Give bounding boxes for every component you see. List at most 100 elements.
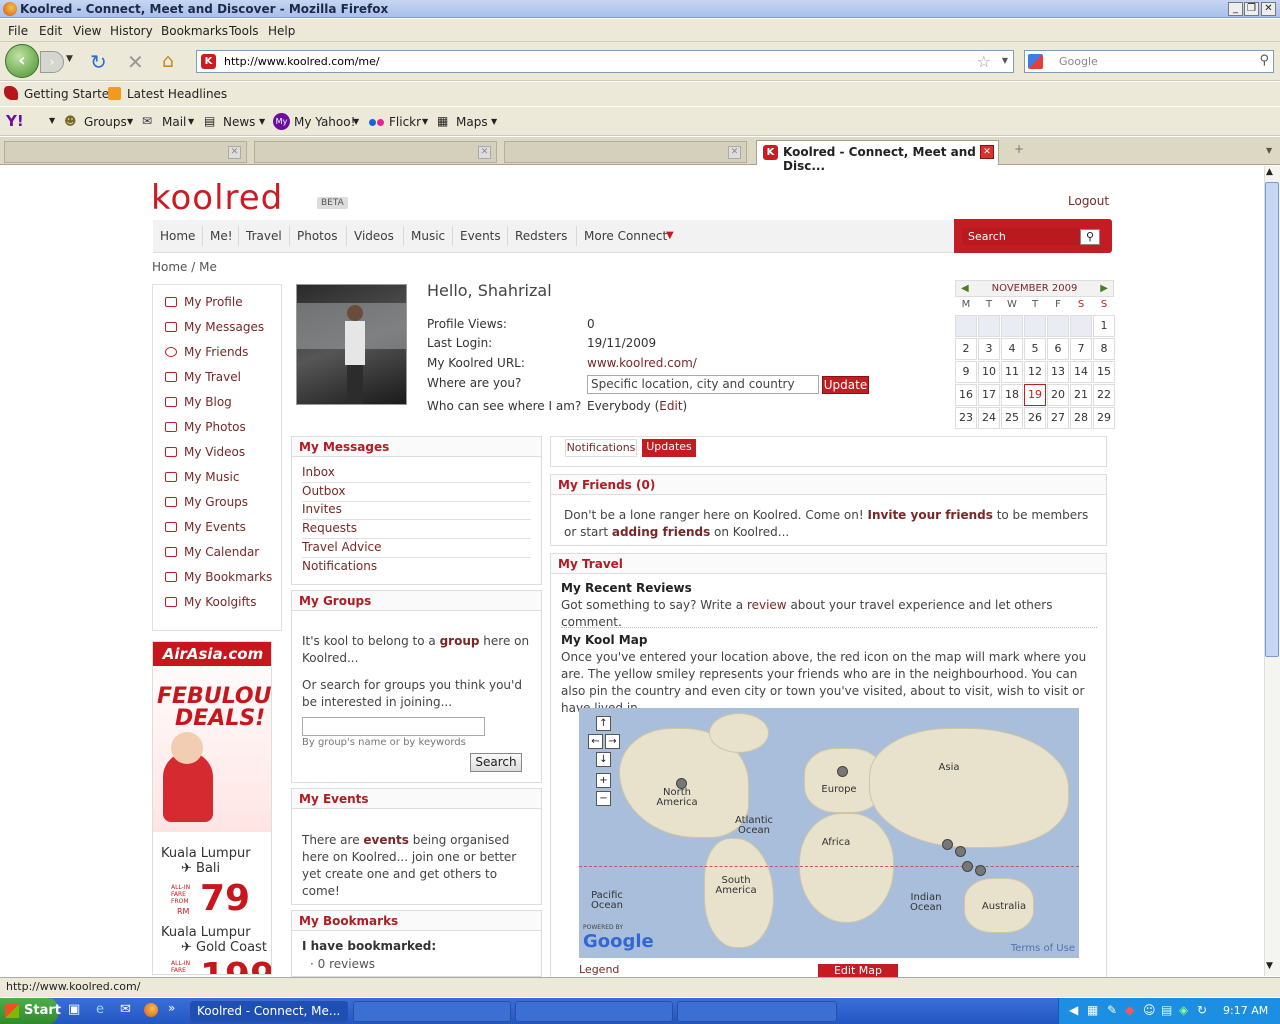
- calendar-day[interactable]: 10: [978, 361, 1000, 383]
- back-button[interactable]: ‹: [5, 44, 39, 78]
- calendar-day[interactable]: 23: [955, 407, 977, 429]
- start-button[interactable]: Start: [0, 998, 61, 1024]
- calendar-day[interactable]: 4: [1001, 338, 1023, 360]
- yahoo-flickr[interactable]: Flickr: [389, 115, 421, 129]
- yahoo-dropdown-icon[interactable]: ▼: [49, 116, 55, 125]
- calendar-day[interactable]: 29: [1093, 407, 1115, 429]
- close-window-button[interactable]: ✕: [1261, 2, 1276, 16]
- profile-photo[interactable]: [296, 284, 407, 405]
- tray-volume-icon[interactable]: ◀: [1069, 1003, 1078, 1017]
- yahoo-logo-icon[interactable]: Y!: [6, 112, 24, 130]
- tab-list-icon[interactable]: ▼: [1266, 146, 1272, 155]
- taskbar-firefox-window[interactable]: Koolred - Connect, Me...: [190, 1001, 348, 1022]
- calendar-day[interactable]: 21: [1070, 384, 1092, 406]
- messages-notifications[interactable]: Notifications: [302, 558, 531, 577]
- yahoo-mail[interactable]: Mail: [162, 115, 186, 129]
- map-pin[interactable]: [975, 865, 986, 876]
- maps-dropdown-icon[interactable]: ▼: [491, 117, 497, 126]
- group-search-button[interactable]: Search: [470, 753, 522, 772]
- adding-friends-link[interactable]: adding friends: [612, 525, 710, 539]
- search-box[interactable]: Google ⚲: [1024, 50, 1274, 73]
- bookmark-getting-started[interactable]: Getting Started: [24, 87, 117, 101]
- calendar-day[interactable]: 13: [1047, 361, 1069, 383]
- scroll-down-icon[interactable]: ▼: [1266, 961, 1273, 971]
- new-tab-button[interactable]: +: [1014, 142, 1024, 156]
- quicklaunch-more-icon[interactable]: »: [168, 1001, 175, 1015]
- calendar-day[interactable]: 12: [1024, 361, 1046, 383]
- tab-blank-3[interactable]: ✕: [504, 141, 747, 163]
- map-pin[interactable]: [942, 839, 953, 850]
- reload-icon[interactable]: ↻: [90, 50, 107, 74]
- invite-friends-link[interactable]: Invite your friends: [868, 508, 993, 522]
- nav-music[interactable]: Music: [411, 229, 445, 243]
- maximize-button[interactable]: ❐: [1244, 2, 1259, 16]
- minimize-button[interactable]: _: [1228, 2, 1243, 16]
- quicklaunch-desktop-icon[interactable]: ▣: [68, 1002, 80, 1017]
- edit-map-button[interactable]: Edit Map: [818, 964, 898, 978]
- group-search-input[interactable]: [302, 717, 485, 736]
- messages-invites[interactable]: Invites: [302, 501, 531, 520]
- sidebar-item-music[interactable]: My Music: [165, 470, 239, 484]
- calendar-day[interactable]: 28: [1070, 407, 1092, 429]
- news-dropdown-icon[interactable]: ▼: [259, 117, 265, 126]
- calendar-day[interactable]: 18: [1001, 384, 1023, 406]
- bookmark-latest-headlines[interactable]: Latest Headlines: [127, 87, 227, 101]
- calendar-day[interactable]: 6: [1047, 338, 1069, 360]
- tray-shield-icon[interactable]: ◈: [1179, 1003, 1188, 1017]
- google-icon[interactable]: [1028, 54, 1043, 69]
- calendar-day[interactable]: 1: [1093, 315, 1115, 337]
- yahoo-maps[interactable]: Maps: [456, 115, 488, 129]
- forward-button[interactable]: ›: [40, 51, 64, 73]
- pan-up-icon[interactable]: ↑: [596, 716, 611, 731]
- tab-notifications[interactable]: Notifications: [565, 439, 637, 457]
- location-input[interactable]: Specific location, city and country: [587, 375, 819, 394]
- map-terms-link[interactable]: Terms of Use: [1011, 943, 1075, 954]
- pan-down-icon[interactable]: ↓: [596, 752, 611, 767]
- yahoo-news[interactable]: News: [223, 115, 255, 129]
- calendar-day[interactable]: 26: [1024, 407, 1046, 429]
- yahoo-groups[interactable]: Groups: [84, 115, 127, 129]
- map-pin[interactable]: [837, 766, 848, 777]
- nav-home[interactable]: Home: [160, 229, 195, 243]
- tab-updates[interactable]: Updates: [642, 439, 696, 457]
- kool-map[interactable]: ↑ ← → ↓ + − North America Europe Asia At…: [579, 708, 1079, 958]
- magnifier-icon[interactable]: ⚲: [1259, 53, 1269, 68]
- messages-outbox[interactable]: Outbox: [302, 483, 531, 502]
- update-button[interactable]: Update: [822, 376, 869, 394]
- calendar-day[interactable]: 20: [1047, 384, 1069, 406]
- calendar-day[interactable]: 11: [1001, 361, 1023, 383]
- sidebar-item-friends[interactable]: My Friends: [165, 345, 248, 359]
- sidebar-item-bookmarks[interactable]: My Bookmarks: [165, 570, 272, 584]
- calendar-today[interactable]: 19: [1024, 384, 1046, 406]
- quicklaunch-firefox-icon[interactable]: [144, 1003, 158, 1017]
- breadcrumb[interactable]: Home / Me: [152, 260, 217, 274]
- calendar-day[interactable]: 27: [1047, 407, 1069, 429]
- sidebar-item-videos[interactable]: My Videos: [165, 445, 245, 459]
- scroll-up-icon[interactable]: ▲: [1266, 167, 1273, 177]
- bookmarks-reviews[interactable]: · 0 reviews: [310, 957, 375, 971]
- nav-events[interactable]: Events: [460, 229, 501, 243]
- taskbar-window-3[interactable]: [515, 1001, 673, 1022]
- menu-tools[interactable]: Tools: [229, 24, 259, 38]
- nav-videos[interactable]: Videos: [354, 229, 394, 243]
- tab-close-icon[interactable]: ✕: [228, 146, 241, 159]
- mail-dropdown-icon[interactable]: ▼: [188, 117, 194, 126]
- address-bar[interactable]: K http://www.koolred.com/me/ ☆ ▼: [196, 50, 1014, 73]
- menu-view[interactable]: View: [73, 24, 101, 38]
- quicklaunch-outlook-icon[interactable]: ✉: [120, 1002, 131, 1017]
- calendar-day[interactable]: 17: [978, 384, 1000, 406]
- sidebar-item-groups[interactable]: My Groups: [165, 495, 248, 509]
- taskbar-window-4[interactable]: [677, 1001, 837, 1022]
- group-link[interactable]: group: [440, 634, 480, 648]
- site-search-input[interactable]: Search: [962, 228, 1080, 245]
- menu-bookmarks[interactable]: Bookmarks: [161, 24, 228, 38]
- tray-app-icon[interactable]: ✎: [1107, 1003, 1117, 1017]
- calendar-day[interactable]: 2: [955, 338, 977, 360]
- calendar-day[interactable]: 7: [1070, 338, 1092, 360]
- tray-messenger-icon[interactable]: ☺: [1143, 1003, 1156, 1017]
- my-yahoo-dropdown-icon[interactable]: ▼: [353, 117, 359, 126]
- pan-right-icon[interactable]: →: [605, 734, 620, 749]
- messages-requests[interactable]: Requests: [302, 520, 531, 539]
- sidebar-item-photos[interactable]: My Photos: [165, 420, 246, 434]
- calendar-day[interactable]: 5: [1024, 338, 1046, 360]
